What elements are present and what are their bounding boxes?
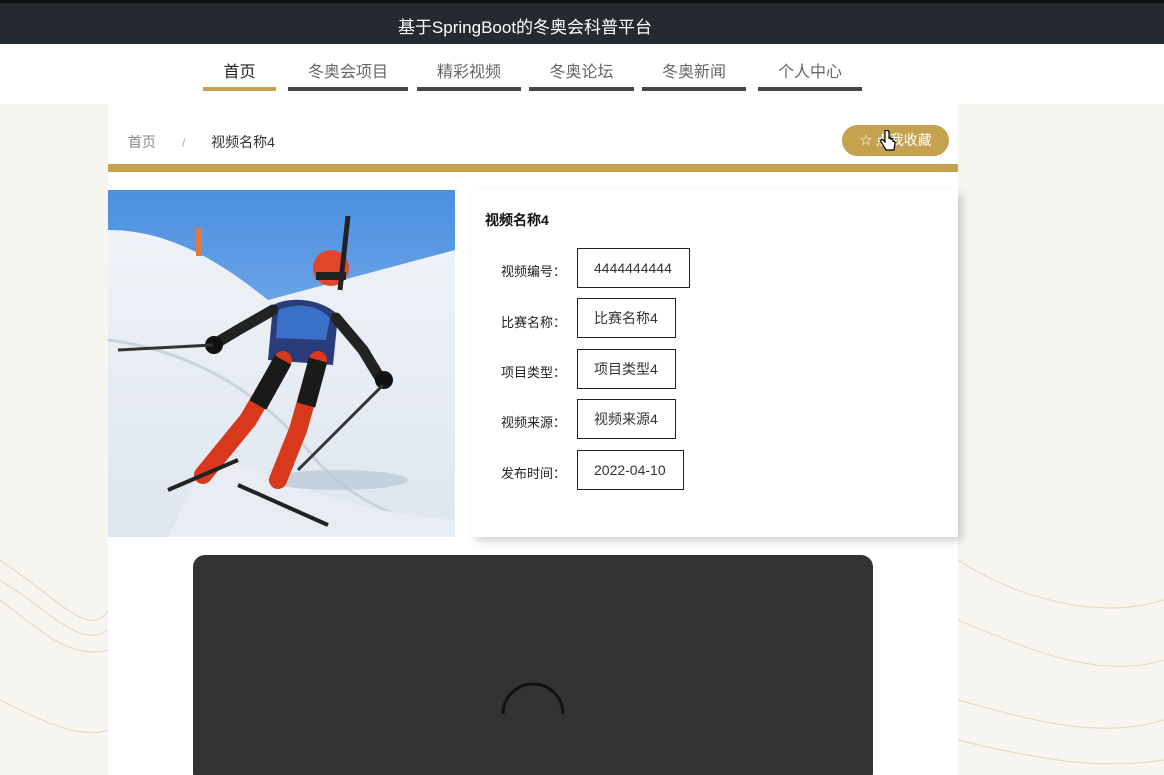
field-value-competition-name: 比赛名称4 (577, 298, 676, 338)
field-label-publish-time: 发布时间： (501, 466, 567, 481)
nav-item-highlight-videos[interactable]: 精彩视频 (417, 58, 521, 91)
field-value-video-source: 视频来源4 (577, 399, 676, 439)
nav-item-news[interactable]: 冬奥新闻 (642, 58, 746, 91)
field-value-event-type: 项目类型4 (577, 349, 676, 389)
video-cover-image (108, 190, 455, 537)
hand-cursor-icon (880, 130, 896, 151)
field-label-event-type: 项目类型： (501, 365, 567, 380)
field-label-competition-name: 比赛名称： (501, 315, 567, 330)
loading-spinner-icon (501, 682, 565, 715)
field-label-video-source: 视频来源： (501, 415, 567, 430)
nav-item-forum[interactable]: 冬奥论坛 (529, 58, 634, 91)
gold-divider (108, 164, 958, 172)
detail-content-panel: 首页 / 视频名称4 ☆ 点我收藏 视频名称4 视频编号： 4444444444… (108, 104, 958, 775)
nav-item-personal-center[interactable]: 个人中心 (758, 58, 862, 91)
top-header-bar: 基于SpringBoot的冬奥会科普平台 (0, 0, 1164, 44)
nav-item-home[interactable]: 首页 (203, 58, 276, 91)
breadcrumb: 首页 / 视频名称4 (128, 132, 275, 152)
video-player[interactable] (193, 555, 873, 775)
breadcrumb-separator: / (181, 136, 186, 150)
site-title: 基于SpringBoot的冬奥会科普平台 (397, 18, 653, 37)
video-title: 视频名称4 (485, 212, 549, 228)
field-value-publish-time: 2022-04-10 (577, 450, 684, 490)
video-info-card: 视频名称4 视频编号： 4444444444 比赛名称： 比赛名称4 项目类型：… (472, 190, 958, 537)
breadcrumb-current: 视频名称4 (211, 134, 275, 150)
field-value-video-id: 4444444444 (577, 248, 690, 288)
star-outline-icon: ☆ (859, 132, 873, 149)
nav-item-winter-olympic-events[interactable]: 冬奥会项目 (288, 58, 408, 91)
breadcrumb-home-link[interactable]: 首页 (128, 134, 156, 150)
main-navigation: 首页 冬奥会项目 精彩视频 冬奥论坛 冬奥新闻 个人中心 (0, 44, 1164, 104)
field-label-video-id: 视频编号： (501, 264, 567, 279)
